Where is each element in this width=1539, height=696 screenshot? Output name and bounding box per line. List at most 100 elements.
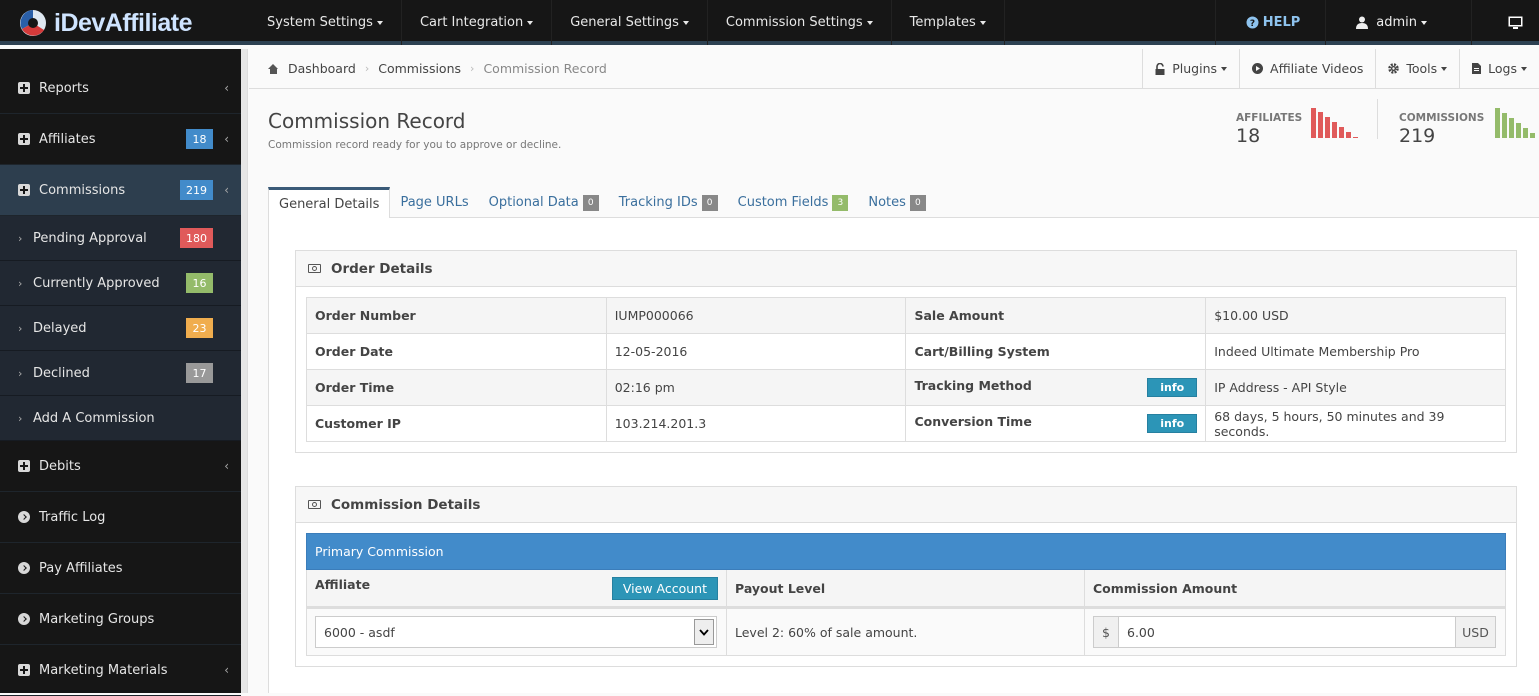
sidebar-item-label: Delayed xyxy=(33,320,87,336)
sidebar-item-reports[interactable]: Reports ‹ xyxy=(0,63,241,114)
stat-divider xyxy=(1377,99,1378,139)
stat-affiliates: AFFILIATES 18 xyxy=(1236,112,1302,147)
sidebar-scrollbar[interactable] xyxy=(241,49,248,693)
user-menu[interactable]: admin xyxy=(1325,0,1471,45)
payout-level-value: Level 2: 60% of sale amount. xyxy=(726,607,1085,656)
menu-templates[interactable]: Templates xyxy=(892,0,1005,45)
plus-square-icon xyxy=(18,460,30,472)
plugins-button[interactable]: Plugins xyxy=(1142,48,1239,89)
top-navbar: iDevAffiliate System Settings Cart Integ… xyxy=(0,0,1539,45)
caret-down-icon xyxy=(1221,66,1228,71)
menu-general-settings[interactable]: General Settings xyxy=(552,0,708,45)
caret-down-icon xyxy=(1421,20,1427,25)
sidebar-item-debits[interactable]: Debits ‹ xyxy=(0,441,241,492)
primary-commission-title: Primary Commission xyxy=(306,533,1506,570)
tab-count-badge: 3 xyxy=(832,194,849,211)
chevron-right-icon: › xyxy=(18,366,23,380)
breadcrumb-commissions[interactable]: Commissions xyxy=(378,61,461,76)
home-icon xyxy=(268,63,279,74)
sidebar-item-label: Currently Approved xyxy=(33,275,160,291)
chevron-right-icon: › xyxy=(18,276,23,290)
sidebar-subitem-add-commission[interactable]: › Add A Commission xyxy=(0,396,241,441)
menu-commission-settings[interactable]: Commission Settings xyxy=(708,0,892,45)
view-account-button[interactable]: View Account xyxy=(611,576,718,600)
stat-label: AFFILIATES xyxy=(1236,112,1303,124)
field-label: Order Number xyxy=(306,297,607,334)
tab-notes[interactable]: Notes 0 xyxy=(858,187,936,218)
column-header: Commission Amount xyxy=(1084,569,1506,609)
caret-down-icon xyxy=(527,20,534,25)
field-label: Customer IP xyxy=(306,405,607,442)
view-site-button[interactable] xyxy=(1471,0,1539,45)
top-right-menu: ? HELP admin xyxy=(1214,0,1539,45)
brand-logo[interactable]: iDevAffiliate xyxy=(18,7,192,39)
tab-page-urls[interactable]: Page URLs xyxy=(390,187,478,218)
unlock-icon xyxy=(1155,62,1165,75)
tab-label: Custom Fields xyxy=(737,195,829,210)
breadcrumb-separator: › xyxy=(470,62,475,75)
affiliate-videos-button[interactable]: Affiliate Videos xyxy=(1239,48,1375,89)
sidebar-subitem-delayed[interactable]: › Delayed 23 xyxy=(0,306,241,351)
main-menu: System Settings Cart Integration General… xyxy=(249,0,1005,45)
gear-icon xyxy=(1388,63,1400,74)
chevron-left-icon: ‹ xyxy=(224,132,229,146)
tab-label: Notes xyxy=(868,195,906,210)
amount-cell: $ USD xyxy=(1084,607,1506,656)
field-label: Order Time xyxy=(306,369,607,406)
logs-button[interactable]: Logs xyxy=(1459,48,1539,89)
tab-tracking-ids[interactable]: Tracking IDs 0 xyxy=(609,187,728,218)
conversion-time-cell: Conversion Time info xyxy=(905,405,1207,442)
sidebar-subitem-currently-approved[interactable]: › Currently Approved 16 xyxy=(0,261,241,306)
stat-label: COMMISSIONS xyxy=(1399,112,1485,124)
chevron-left-icon: ‹ xyxy=(224,183,229,197)
count-badge: 18 xyxy=(186,129,213,149)
spark-bar xyxy=(1346,132,1351,138)
menu-label: System Settings xyxy=(267,15,373,30)
tab-custom-fields[interactable]: Custom Fields 3 xyxy=(728,187,859,218)
sidebar-item-pay-affiliates[interactable]: Pay Affiliates xyxy=(0,543,241,594)
sidebar-item-marketing-materials[interactable]: Marketing Materials ‹ xyxy=(0,645,241,696)
sidebar-item-commissions[interactable]: Commissions 219 ‹ xyxy=(0,165,241,216)
sidebar-subitem-declined[interactable]: › Declined 17 xyxy=(0,351,241,396)
table-row: 6000 - asdf Level 2: 60% of sale amount.… xyxy=(306,607,1506,656)
tracking-method-info-button[interactable]: info xyxy=(1147,378,1198,397)
tab-optional-data[interactable]: Optional Data 0 xyxy=(479,187,609,218)
spark-bar xyxy=(1318,112,1323,138)
breadcrumb-dashboard[interactable]: Dashboard xyxy=(288,61,356,76)
currency-symbol: $ xyxy=(1094,617,1119,647)
help-link[interactable]: ? HELP xyxy=(1214,0,1326,45)
sidebar-item-marketing-groups[interactable]: Marketing Groups xyxy=(0,594,241,645)
breadcrumb: Dashboard › Commissions › Commission Rec… xyxy=(249,61,1142,76)
tools-button[interactable]: Tools xyxy=(1375,48,1459,89)
chevron-left-icon: ‹ xyxy=(224,81,229,95)
column-header: Payout Level xyxy=(726,569,1085,609)
affiliate-videos-label: Affiliate Videos xyxy=(1270,61,1364,76)
order-details-header: Order Details xyxy=(296,251,1516,287)
caret-down-icon xyxy=(866,20,873,25)
table-row: Order Number IUMP000066 Sale Amount $10.… xyxy=(306,297,1506,334)
conversion-time-info-button[interactable]: info xyxy=(1147,414,1198,433)
logo-icon xyxy=(20,10,46,36)
sidebar-subitem-pending-approval[interactable]: › Pending Approval 180 xyxy=(0,216,241,261)
question-circle-icon: ? xyxy=(1246,16,1259,29)
affiliate-select[interactable]: 6000 - asdf xyxy=(315,616,717,648)
tab-general-details[interactable]: General Details xyxy=(268,187,391,219)
menu-cart-integration[interactable]: Cart Integration xyxy=(402,0,553,45)
order-time-value: 02:16 pm xyxy=(605,369,907,406)
svg-text:?: ? xyxy=(1250,19,1255,29)
field-label: Tracking Method xyxy=(914,378,1032,393)
breadcrumb-bar: Dashboard › Commissions › Commission Rec… xyxy=(249,48,1539,89)
sidebar-item-traffic-log[interactable]: Traffic Log xyxy=(0,492,241,543)
logs-label: Logs xyxy=(1488,61,1517,76)
plus-square-icon xyxy=(18,184,30,196)
sidebar-item-affiliates[interactable]: Affiliates 18 ‹ xyxy=(0,114,241,165)
count-badge: 180 xyxy=(180,228,213,248)
menu-system-settings[interactable]: System Settings xyxy=(249,0,402,45)
chevron-right-icon: › xyxy=(18,321,23,335)
commission-amount-input[interactable] xyxy=(1119,617,1455,647)
conversion-time-value: 68 days, 5 hours, 50 minutes and 39 seco… xyxy=(1205,405,1506,442)
general-details-pane: Order Details Order Number IUMP000066 Sa… xyxy=(268,218,1539,693)
money-icon xyxy=(308,500,321,509)
tab-label: Page URLs xyxy=(400,195,469,210)
